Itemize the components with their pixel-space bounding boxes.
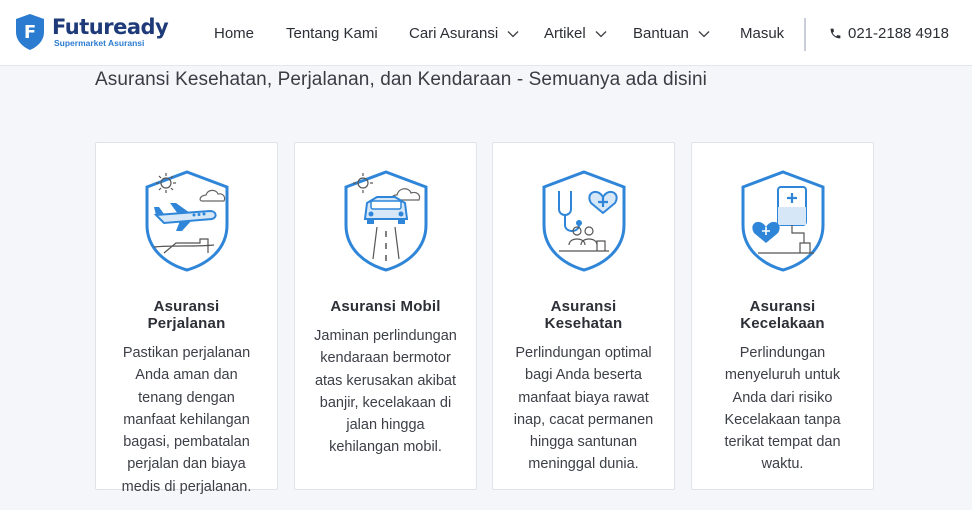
card-title-line: Kesehatan <box>544 315 623 332</box>
nav-cari-asuransi-label: Cari Asuransi <box>409 25 499 42</box>
card-title: Asuransi Perjalanan <box>104 298 269 332</box>
desc-line: tenang dengan <box>138 389 235 406</box>
desc-line: banjir, kecelakaan di <box>319 394 452 411</box>
desc-line: Perlindungan <box>739 345 826 361</box>
nav-cari-asuransi[interactable]: Cari Asuransi <box>409 25 519 42</box>
desc-line: manfaat biaya rawat <box>518 389 649 406</box>
card-title-line: Kecelakaan <box>740 315 825 332</box>
card-description: Perlindungan menyeluruh untuk Anda dari … <box>702 342 863 476</box>
top-navbar: F Futuready Supermarket Asuransi Home Te… <box>0 0 972 66</box>
travel-shield-icon <box>145 170 229 272</box>
desc-line: Kecelakaan tanpa <box>724 411 841 428</box>
nav-tentang-kami[interactable]: Tentang Kami <box>286 25 378 42</box>
nav-bantuan-label: Bantuan <box>633 25 689 42</box>
desc-line: inap, cacat permanen <box>513 411 654 428</box>
card-title-line: Asuransi <box>153 298 220 315</box>
desc-line: bagi Anda beserta <box>525 367 642 384</box>
desc-line: bagasi, pembatalan <box>123 434 250 451</box>
card-title: Asuransi Kesehatan <box>501 298 666 332</box>
product-card-mobil[interactable]: Asuransi Mobil Jaminan perlindungan kend… <box>294 142 477 490</box>
desc-line: Pastikan perjalanan <box>122 345 251 361</box>
chevron-down-icon <box>698 30 710 37</box>
desc-line: jalan hingga <box>346 417 425 434</box>
nav-artikel[interactable]: Artikel <box>544 25 607 42</box>
desc-line: kendaraan bermotor <box>320 350 451 367</box>
nav-divider <box>804 18 806 51</box>
nav-tentang-kami-label: Tentang Kami <box>286 25 378 42</box>
product-card-perjalanan[interactable]: Asuransi Perjalanan Pastikan perjalanan … <box>95 142 278 495</box>
card-title-line: Asuransi Mobil <box>330 298 441 315</box>
desc-line: manfaat kehilangan <box>123 411 250 428</box>
brand-tagline: Supermarket Asuransi <box>54 38 145 48</box>
nav-artikel-label: Artikel <box>544 25 586 42</box>
desc-line: waktu. <box>761 456 804 473</box>
product-card-kecelakaan[interactable]: Asuransi Kecelakaan Perlindungan menyelu… <box>691 142 874 490</box>
nav-bantuan[interactable]: Bantuan <box>633 25 710 42</box>
accident-shield-icon <box>741 170 825 272</box>
desc-line: medis di perjalanan. <box>121 478 252 495</box>
desc-line: Anda dari risiko <box>732 389 833 406</box>
desc-line: Jaminan perlindungan <box>314 328 457 344</box>
desc-line: Anda aman dan <box>135 367 238 384</box>
health-shield-icon <box>542 170 626 272</box>
desc-line: meninggal dunia. <box>528 456 639 473</box>
desc-line: kehilangan mobil. <box>329 439 442 456</box>
brand-name: Futuready <box>52 15 169 39</box>
desc-line: hingga santunan <box>529 434 638 451</box>
card-description: Perlindungan optimal bagi Anda beserta m… <box>503 342 664 476</box>
desc-line: perjalan dan biaya <box>127 456 246 473</box>
card-title-line: Asuransi <box>550 298 617 315</box>
card-description: Jaminan perlindungan kendaraan bermotor … <box>305 325 466 459</box>
logo-badge-letter: F <box>24 22 36 43</box>
phone-number: 021-2188 4918 <box>848 25 949 42</box>
futuready-logo[interactable]: F Futuready Supermarket Asuransi <box>14 13 169 51</box>
chevron-down-icon <box>507 30 519 37</box>
desc-line: atas kerusakan akibat <box>314 372 457 389</box>
page-subtitle: Asuransi Kesehatan, Perjalanan, dan Kend… <box>95 69 707 90</box>
nav-masuk-label: Masuk <box>740 25 785 42</box>
desc-line: Perlindungan optimal <box>515 345 652 361</box>
card-title: Asuransi Kecelakaan <box>700 298 865 332</box>
phone-icon <box>830 28 841 39</box>
shield-logo-icon: F <box>16 14 44 50</box>
desc-line: menyeluruh untuk <box>724 367 841 384</box>
nav-home[interactable]: Home <box>214 25 254 42</box>
product-card-kesehatan[interactable]: Asuransi Kesehatan Perlindungan optimal … <box>492 142 675 490</box>
card-title-line: Perjalanan <box>147 315 226 332</box>
chevron-down-icon <box>595 30 607 37</box>
card-description: Pastikan perjalanan Anda aman dan tenang… <box>106 342 267 498</box>
card-title-line: Asuransi <box>749 298 816 315</box>
car-shield-icon <box>344 170 428 272</box>
desc-line: terikat tempat dan <box>724 434 841 451</box>
nav-home-label: Home <box>214 25 255 42</box>
card-title: Asuransi Mobil <box>303 298 468 315</box>
phone-contact[interactable]: 021-2188 4918 <box>829 25 949 42</box>
nav-masuk[interactable]: Masuk <box>740 25 784 42</box>
